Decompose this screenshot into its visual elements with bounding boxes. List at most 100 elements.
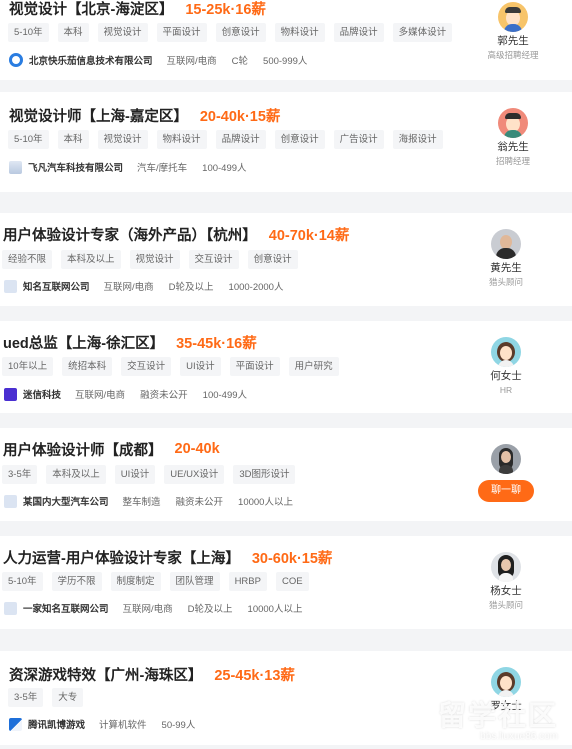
cartoon-man-avatar-icon bbox=[498, 108, 528, 138]
company-size: 500-999人 bbox=[263, 56, 308, 67]
job-card[interactable]: 用户体验设计专家（海外产品）【杭州】 40-70k·14薪 经验不限 本科及以上… bbox=[0, 213, 572, 306]
tag: 经验不限 bbox=[2, 250, 53, 269]
cartoon-man-avatar-icon bbox=[498, 2, 528, 32]
job-title[interactable]: 视觉设计【北京-海淀区】 bbox=[9, 0, 173, 19]
recruiter-name: 郭先生 bbox=[497, 35, 529, 47]
company-name[interactable]: 一家知名互联网公司 bbox=[23, 601, 109, 615]
job-card[interactable]: 视觉设计师【上海-嘉定区】 20-40k·15薪 5-10年 本科 视觉设计 物… bbox=[0, 92, 572, 192]
tag: 团队管理 bbox=[169, 572, 220, 591]
tag-list: 3-5年 本科及以上 UI设计 UE/UX设计 3D图形设计 bbox=[2, 465, 304, 484]
tag: 用户研究 bbox=[288, 357, 339, 376]
cartoon-woman-avatar-icon bbox=[491, 337, 521, 367]
tag: 创意设计 bbox=[215, 23, 266, 42]
tag: 5-10年 bbox=[8, 23, 49, 42]
tag: 创意设计 bbox=[274, 130, 325, 149]
company-row[interactable]: 迷信科技 互联网/电商 融资未公开 100-499人 bbox=[4, 387, 262, 401]
tag-list: 3-5年 大专 bbox=[8, 688, 92, 707]
company-name[interactable]: 某国内大型汽车公司 bbox=[23, 494, 109, 508]
chat-button[interactable]: 聊一聊 bbox=[478, 480, 534, 502]
recruiter-name: 翁先生 bbox=[497, 141, 529, 153]
job-title[interactable]: ued总监【上海-徐汇区】 bbox=[3, 332, 164, 353]
recruiter-title: 猎头顾问 bbox=[488, 277, 523, 287]
job-title[interactable]: 用户体验设计专家（海外产品）【杭州】 bbox=[3, 224, 257, 245]
company-row[interactable]: 某国内大型汽车公司 整车制造 融资未公开 10000人以上 bbox=[4, 494, 308, 508]
salary: 20-40k bbox=[174, 441, 220, 457]
industry: 整车制造 bbox=[122, 497, 161, 508]
recruiter[interactable]: 杨女士 猎头顾问 bbox=[461, 552, 551, 611]
job-title[interactable]: 人力运营-用户体验设计专家【上海】 bbox=[3, 547, 240, 568]
salary: 40-70k·14薪 bbox=[268, 227, 350, 244]
industry: 互联网/电商 bbox=[103, 282, 154, 293]
job-card[interactable]: 视觉设计【北京-海淀区】 15-25k·16薪 5-10年 本科 视觉设计 平面… bbox=[0, 0, 572, 80]
job-card[interactable]: 用户体验设计师【成都】 20-40k 3-5年 本科及以上 UI设计 UE/UX… bbox=[0, 428, 572, 521]
salary: 20-40k·15薪 bbox=[199, 108, 281, 125]
tag-list: 经验不限 本科及以上 视觉设计 交互设计 创意设计 bbox=[2, 250, 307, 269]
tag: HRBP bbox=[228, 572, 267, 591]
company-row[interactable]: 腾讯凯博游戏 计算机软件 50-99人 bbox=[9, 717, 210, 731]
cartoon-woman-avatar-icon bbox=[491, 667, 521, 697]
tag: 5-10年 bbox=[8, 130, 49, 149]
recruiter[interactable]: 何女士 HR bbox=[461, 337, 551, 396]
tag: UE/UX设计 bbox=[164, 465, 225, 484]
funding-stage: C轮 bbox=[231, 56, 249, 67]
job-card[interactable]: ued总监【上海-徐汇区】 35-45k·16薪 10年以上 统招本科 交互设计… bbox=[0, 321, 572, 413]
tag: 交互设计 bbox=[188, 250, 239, 269]
tag: 视觉设计 bbox=[97, 130, 148, 149]
tag: 本科 bbox=[57, 23, 89, 42]
tag: 制度制定 bbox=[110, 572, 161, 591]
blue-arrow-logo-icon bbox=[9, 717, 22, 731]
job-title[interactable]: 视觉设计师【上海-嘉定区】 bbox=[9, 105, 188, 126]
company-row[interactable]: 知名互联网公司 互联网/电商 D轮及以上 1000-2000人 bbox=[4, 279, 298, 293]
salary: 30-60k·15薪 bbox=[251, 550, 333, 567]
job-title[interactable]: 资深游戏特效【广州-海珠区】 bbox=[9, 664, 202, 685]
recruiter[interactable]: 翁先生 招聘经理 bbox=[468, 108, 558, 167]
job-title[interactable]: 用户体验设计师【成都】 bbox=[3, 439, 163, 460]
watermark: 留学社区 bbs.liuxue86.com bbox=[438, 701, 558, 743]
tag: 物料设计 bbox=[274, 23, 325, 42]
recruiter[interactable]: 黄先生 猎头顾问 bbox=[461, 229, 551, 288]
recruiter-title: 招聘经理 bbox=[495, 156, 530, 166]
company-row[interactable]: 一家知名互联网公司 互联网/电商 D轮及以上 10000人以上 bbox=[4, 601, 317, 615]
recruiter-name: 何女士 bbox=[490, 370, 522, 382]
company-name[interactable]: 北京快乐茄信息技术有限公司 bbox=[29, 53, 153, 67]
company-size: 10000人以上 bbox=[238, 497, 293, 508]
company-name[interactable]: 迷信科技 bbox=[23, 387, 61, 401]
job-card[interactable]: 人力运营-用户体验设计专家【上海】 30-60k·15薪 5-10年 学历不限 … bbox=[0, 536, 572, 629]
tag: 统招本科 bbox=[62, 357, 113, 376]
company-size: 100-499人 bbox=[202, 163, 247, 174]
tag: 学历不限 bbox=[51, 572, 102, 591]
recruiter[interactable]: 郭先生 高级招聘经理 bbox=[468, 2, 558, 61]
tag: 品牌设计 bbox=[333, 23, 384, 42]
tag: UI设计 bbox=[180, 357, 221, 376]
salary: 15-25k·16薪 bbox=[185, 1, 266, 18]
industry: 互联网/电商 bbox=[75, 390, 126, 401]
tag: 3-5年 bbox=[2, 465, 38, 484]
default-company-logo-icon bbox=[4, 279, 17, 293]
company-row[interactable]: 飞凡汽车科技有限公司 汽车/摩托车 100-499人 bbox=[9, 160, 262, 174]
photo-woman-avatar-icon bbox=[491, 444, 521, 474]
tag: UI设计 bbox=[114, 465, 156, 484]
default-company-logo-icon bbox=[4, 494, 17, 508]
company-name[interactable]: 知名互联网公司 bbox=[23, 279, 90, 293]
tag: 3D图形设计 bbox=[233, 465, 296, 484]
tag: 视觉设计 bbox=[129, 250, 180, 269]
tag: 大专 bbox=[52, 688, 84, 707]
blue-ring-logo-icon bbox=[9, 53, 23, 67]
funding-stage: D轮及以上 bbox=[187, 604, 233, 615]
recruiter-title: HR bbox=[499, 385, 513, 395]
company-name[interactable]: 飞凡汽车科技有限公司 bbox=[28, 160, 123, 174]
tag: 本科及以上 bbox=[46, 465, 106, 484]
recruiter-title: 猎头顾问 bbox=[488, 600, 523, 610]
industry: 计算机软件 bbox=[99, 720, 147, 731]
recruiter[interactable]: 聊一聊 bbox=[461, 444, 551, 502]
company-size: 1000-2000人 bbox=[228, 282, 284, 293]
tag: 品牌设计 bbox=[215, 130, 266, 149]
salary: 25-45k·13薪 bbox=[214, 667, 295, 684]
company-row[interactable]: 北京快乐茄信息技术有限公司 互联网/电商 C轮 500-999人 bbox=[9, 53, 322, 67]
tag: 多媒体设计 bbox=[392, 23, 453, 42]
funding-stage: 融资未公开 bbox=[140, 390, 188, 401]
building-logo-icon bbox=[9, 160, 22, 174]
recruiter-name: 杨女士 bbox=[490, 585, 522, 597]
company-name[interactable]: 腾讯凯博游戏 bbox=[28, 717, 85, 731]
tag: 交互设计 bbox=[121, 357, 172, 376]
